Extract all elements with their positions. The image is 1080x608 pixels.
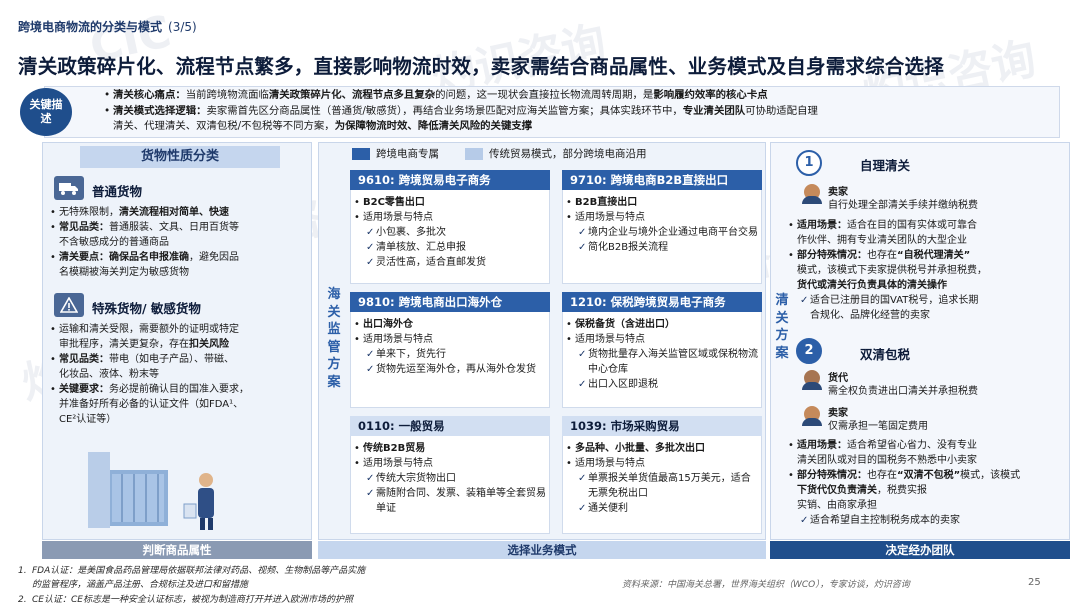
special-goods-text: 运输和清关受限，需要额外的证明或特定 审批程序，清关更复杂，存在扣关风险 常见品…	[50, 322, 308, 427]
double-clearance-text: 适用场景：适合希望省心省力、没有专业 清关团队或对目的国税务不熟悉中小卖家 部分…	[788, 438, 1068, 528]
judge-goods-attribute-bar: 判断商品属性	[42, 541, 312, 559]
mode-body-9710: B2B直接出口 适用场景与特点 境内企业与境外企业通过电商平台交易 简化B2B报…	[566, 195, 760, 255]
normal-goods-text: 无特殊限制，清关流程相对简单、快速 常见品类：普通服装、文具、日用百货等 不含敏…	[50, 205, 308, 280]
legend-label-traditional: 传统贸易模式，部分跨境电商沿用	[489, 148, 647, 160]
forwarder-icon	[802, 370, 822, 390]
mode-body-9610: B2C零售出口 适用场景与特点 小包裹、多批次 清单核放、汇总申报 灵活性高，适…	[354, 195, 548, 270]
warning-icon	[54, 293, 84, 317]
port-container-illustration	[88, 452, 214, 530]
mode-head-9710: 9710: 跨境电商B2B直接出口	[562, 170, 762, 190]
mode-legend: 跨境电商专属 传统贸易模式，部分跨境电商沿用	[352, 146, 647, 161]
special-goods-title: 特殊货物/ 敏感货物	[92, 301, 201, 316]
footnotes: 1. FDA认证：是美国食品药品管理局依据联邦法律对药品、视频、生物制品等产品实施…	[18, 566, 366, 605]
double-clearance-number: 2	[796, 338, 822, 364]
page-indicator: (3/5)	[168, 20, 197, 34]
normal-goods-title: 普通货物	[92, 184, 143, 199]
select-business-mode-bar: 选择业务模式	[318, 541, 766, 559]
self-clearance-text: 适用场景：适合在目的国有实体或可靠合 作伙伴、拥有专业清关团队的大型企业 部分特…	[788, 218, 1068, 323]
truck-icon	[54, 176, 84, 200]
self-clearance-title: 自理清关	[860, 158, 911, 173]
self-role: 卖家	[828, 187, 848, 198]
self-clearance-number: 1	[796, 150, 822, 176]
mode-body-0110: 传统B2B贸易 适用场景与特点 传统大宗货物出口 需随附合同、发票、装箱单等全套…	[354, 441, 548, 516]
page-headline: 清关政策碎片化、流程节点繁多，直接影响物流时效，卖家需结合商品属性、业务模式及自…	[18, 55, 944, 78]
section-title: 跨境电商物流的分类与模式 (3/5)	[18, 20, 197, 34]
legend-swatch-dark	[352, 147, 370, 160]
seller-role: 卖家	[828, 408, 848, 419]
source-note: 资料来源：中国海关总署，世界海关组织（WCO），专家访谈，灼识咨询	[622, 580, 910, 590]
mode-body-1039: 多品种、小批量、多批次出口 适用场景与特点 单票报关单货值最高15万美元，适合无…	[566, 441, 760, 516]
mode-head-1039: 1039: 市场采购贸易	[562, 416, 762, 436]
page-number: 25	[1028, 577, 1041, 588]
description-badge: 关键描述	[20, 88, 72, 136]
mode-head-1210: 1210: 保税跨境贸易电子商务	[562, 292, 762, 312]
self-role-text: 自行处理全部清关手续并缴纳税费	[828, 200, 978, 211]
seller-icon	[802, 406, 822, 426]
legend-swatch-light	[465, 147, 483, 160]
mode-head-9810: 9810: 跨境电商出口海外仓	[350, 292, 550, 312]
forwarder-role-text: 需全权负责进出口清关并承担税费	[828, 386, 978, 397]
legend-label-ecommerce: 跨境电商专属	[376, 148, 439, 160]
forwarder-role: 货代	[828, 373, 848, 384]
seller-icon	[802, 184, 822, 204]
customs-supervision-label: 海关监管方案	[327, 287, 341, 390]
decide-team-bar: 决定经办团队	[770, 541, 1070, 559]
double-clearance-title: 双清包税	[860, 347, 911, 362]
seller-role-text: 仅需承担一笔固定费用	[828, 421, 928, 432]
mode-body-9810: 出口海外仓 适用场景与特点 单来下，货先行 货物先运至海外仓，再从海外仓发货	[354, 317, 548, 377]
mode-head-9610: 9610: 跨境贸易电子商务	[350, 170, 550, 190]
goods-nature-header: 货物性质分类	[80, 146, 280, 168]
mode-head-0110: 0110: 一般贸易	[350, 416, 550, 436]
mode-body-1210: 保税备货（含进出口） 适用场景与特点 货物批量存入海关监管区域或保税物流中心仓库…	[566, 317, 760, 392]
description-text: 清关核心痛点：当前跨境物流面临清关政策碎片化、流程节点多且复杂的问题，这一现状会…	[104, 88, 1054, 135]
